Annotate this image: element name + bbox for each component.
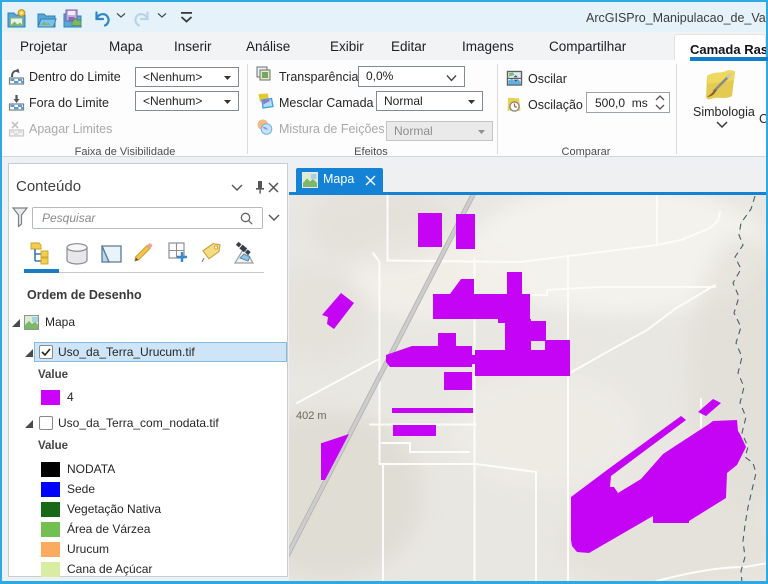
svg-text:402 m: 402 m [296, 410, 327, 422]
